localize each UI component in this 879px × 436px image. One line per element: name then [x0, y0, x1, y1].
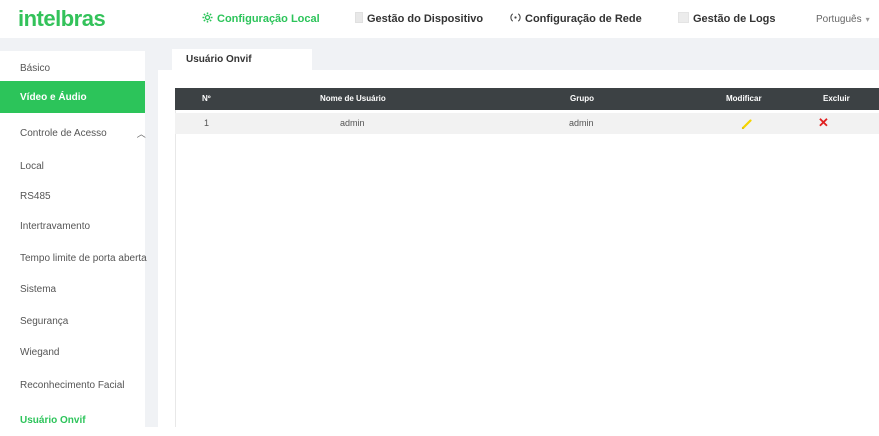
cell-username: admin	[340, 118, 365, 128]
logs-icon	[678, 12, 689, 26]
device-icon	[355, 12, 363, 26]
sidebar-item-label: Reconhecimento Facial	[20, 379, 125, 391]
table-panel	[175, 88, 879, 427]
sidebar-item-rs485[interactable]: RS485	[0, 180, 145, 212]
column-header-delete: Excluir	[823, 94, 850, 103]
sidebar-item-tempo-limite[interactable]: Tempo limite de porta aberta	[0, 242, 147, 274]
nav-configuracao-rede[interactable]: Configuração de Rede	[510, 0, 642, 38]
table-row: 1 admin admin ✕	[175, 113, 879, 134]
sidebar-item-basico[interactable]: Básico	[0, 52, 145, 84]
sidebar-item-sistema[interactable]: Sistema	[0, 273, 145, 305]
sidebar-item-label: Wiegand	[20, 346, 60, 358]
sidebar-item-label: Intertravamento	[20, 220, 91, 232]
sidebar-item-wiegand[interactable]: Wiegand	[0, 336, 145, 368]
language-selector[interactable]: Português ▾	[816, 0, 870, 38]
column-header-group: Grupo	[570, 94, 594, 103]
sidebar-item-usuario-onvif[interactable]: Usuário Onvif	[0, 404, 145, 436]
sidebar-item-label: Vídeo e Áudio	[20, 91, 87, 103]
sidebar: Básico Vídeo e Áudio Controle de Acesso ︿…	[0, 51, 147, 427]
sidebar-item-reconhecimento-facial[interactable]: Reconhecimento Facial	[0, 369, 145, 401]
column-header-username: Nome de Usuário	[320, 94, 386, 103]
sidebar-item-intertravamento[interactable]: Intertravamento	[0, 210, 145, 242]
sidebar-item-video-audio[interactable]: Vídeo e Áudio	[0, 81, 145, 113]
sidebar-item-label: Tempo limite de porta aberta	[20, 252, 147, 264]
tab-label: Usuário Onvif	[186, 54, 252, 65]
nav-gestao-dispositivo[interactable]: Gestão do Dispositivo	[355, 0, 483, 38]
sidebar-item-controle-acesso[interactable]: Controle de Acesso ︿	[0, 117, 146, 149]
sidebar-item-seguranca[interactable]: Segurança	[0, 305, 145, 337]
language-label: Português	[816, 13, 862, 25]
nav-label: Configuração de Rede	[525, 13, 642, 25]
nav-label: Gestão do Dispositivo	[367, 13, 484, 25]
chevron-down-icon: ▾	[865, 14, 870, 24]
sidebar-item-label: Básico	[20, 62, 51, 74]
top-navbar: intelbras Configuração Local Gestão do D…	[0, 0, 879, 39]
column-header-no: Nº	[202, 94, 211, 103]
sidebar-item-label: Local	[20, 160, 44, 172]
chevron-up-icon: ︿	[136, 128, 146, 139]
nav-gestao-logs[interactable]: Gestão de Logs	[678, 0, 776, 38]
sidebar-item-label: Segurança	[20, 315, 69, 327]
table-header: Nº Nome de Usuário Grupo Modificar Exclu…	[175, 88, 879, 110]
tab-usuario-onvif[interactable]: Usuário Onvif	[172, 49, 312, 70]
gear-icon	[202, 12, 213, 26]
cell-no: 1	[204, 118, 210, 128]
sidebar-item-label: Usuário Onvif	[20, 414, 86, 426]
sidebar-item-label: Controle de Acesso	[20, 127, 107, 139]
sidebar-item-label: Sistema	[20, 283, 57, 295]
nav-label: Gestão de Logs	[693, 13, 776, 25]
cell-group: admin	[569, 118, 594, 128]
column-header-modify: Modificar	[726, 94, 762, 103]
network-icon	[510, 12, 521, 26]
sidebar-item-local[interactable]: Local	[0, 150, 145, 182]
nav-label: Configuração Local	[217, 13, 320, 25]
edit-icon[interactable]	[741, 117, 753, 130]
sidebar-item-label: RS485	[20, 190, 51, 202]
delete-icon[interactable]: ✕	[818, 116, 829, 130]
nav-configuracao-local[interactable]: Configuração Local	[202, 0, 320, 38]
brand-logo: intelbras	[18, 6, 106, 31]
